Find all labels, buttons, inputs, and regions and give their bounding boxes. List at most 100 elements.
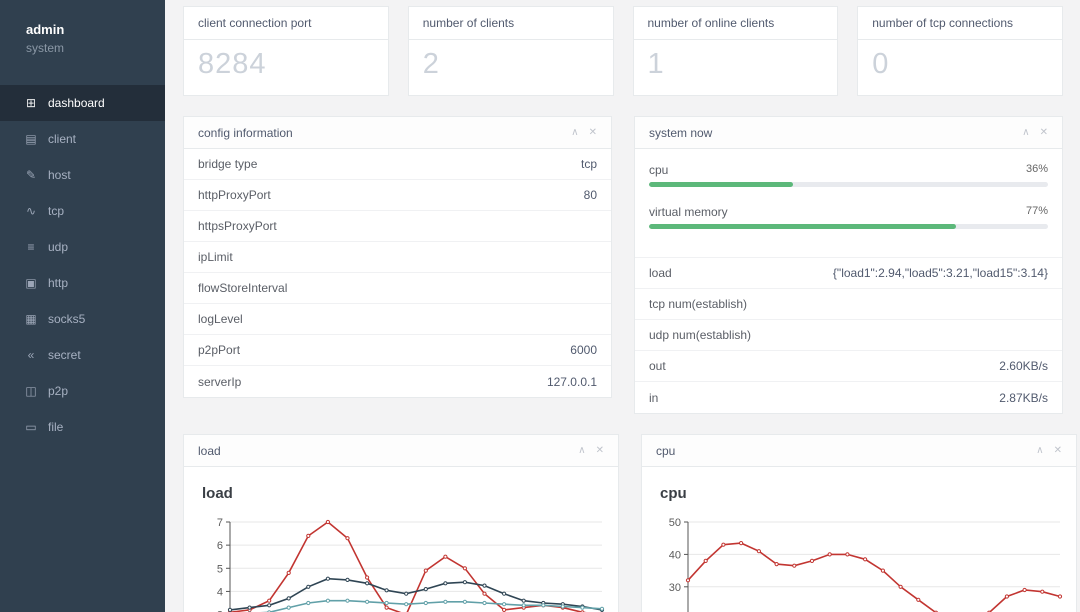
row-value: 2.60KB/s <box>999 359 1048 373</box>
sidebar-item-dashboard[interactable]: ⊞ dashboard <box>0 85 165 121</box>
cpu-chart-panel: cpu ∧ ✕ cpu 50403020100 <box>641 434 1077 612</box>
progress-bar <box>649 182 1048 187</box>
gauge-label: virtual memory <box>649 205 728 219</box>
svg-text:7: 7 <box>217 517 223 529</box>
p2p-icon: ◫ <box>25 384 37 398</box>
info-panels-row: config information ∧ ✕ bridge type tcp htt… <box>183 116 1063 414</box>
system-row: load {"load1":2.94,"load5":3.21,"load15":… <box>635 258 1062 289</box>
stat-value: 0 <box>872 48 890 80</box>
panel-title: config information <box>198 125 293 140</box>
row-label: bridge type <box>198 157 258 171</box>
row-label: p2pPort <box>198 343 241 357</box>
close-icon[interactable]: ✕ <box>589 127 597 138</box>
panel-title: cpu <box>656 443 676 458</box>
row-value: {"load1":2.94,"load5":3.21,"load15":3.14… <box>832 266 1048 280</box>
svg-text:50: 50 <box>669 517 681 529</box>
sidebar-item-label: tcp <box>48 204 65 218</box>
sidebar-item-label: host <box>48 168 71 182</box>
sidebar-item-host[interactable]: ✎ host <box>0 157 165 193</box>
stat-card: number of online clients 1 <box>632 6 839 96</box>
dashboard-icon: ⊞ <box>25 96 37 110</box>
row-value: 127.0.0.1 <box>546 374 597 389</box>
sidebar-item-label: dashboard <box>48 96 105 110</box>
chart-title: cpu <box>660 485 687 502</box>
close-icon[interactable]: ✕ <box>1054 445 1062 456</box>
gauge-percent: 77% <box>1025 205 1048 217</box>
sidebar-item-secret[interactable]: « secret <box>0 337 165 373</box>
sidebar-item-label: client <box>48 132 77 146</box>
sidebar-item-socks5[interactable]: ▦ socks5 <box>0 301 165 337</box>
row-label: out <box>649 359 666 373</box>
user-name: admin <box>26 22 65 37</box>
user-profile: admin system <box>0 0 165 71</box>
config-row: flowStoreInterval <box>184 273 611 304</box>
config-row: serverIp 127.0.0.1 <box>184 366 611 397</box>
progress-bar <box>649 224 1048 229</box>
sidebar-item-p2p[interactable]: ◫ p2p <box>0 373 165 409</box>
file-icon: ▭ <box>25 420 37 434</box>
config-row: httpsProxyPort <box>184 211 611 242</box>
sidebar-item-label: udp <box>48 240 69 254</box>
sidebar-item-tcp[interactable]: ∿ tcp <box>0 193 165 229</box>
panel-header: config information ∧ ✕ <box>184 117 611 149</box>
row-label: serverIp <box>198 374 242 389</box>
gauge-label: cpu <box>649 163 669 177</box>
collapse-icon[interactable]: ∧ <box>1022 127 1029 138</box>
row-label: tcp num(establish) <box>649 297 748 311</box>
chart-panels-row: load ∧ ✕ load 76543210 cpu ∧ ✕ <box>183 434 1077 612</box>
panel-title: system now <box>649 125 713 140</box>
user-role: system <box>26 41 65 55</box>
host-icon: ✎ <box>25 168 37 182</box>
sidebar-nav: ⊞ dashboard ▤ client ✎ host ∿ tcp ≡ udp ▣ http ▦ sock… <box>0 85 165 445</box>
gauge-percent: 36% <box>1025 163 1048 175</box>
row-value: 80 <box>583 188 597 202</box>
collapse-icon[interactable]: ∧ <box>1036 445 1043 456</box>
secret-icon: « <box>27 348 35 362</box>
close-icon[interactable]: ✕ <box>596 445 604 456</box>
panel-header: load ∧ ✕ <box>184 435 618 467</box>
config-row: bridge type tcp <box>184 149 611 180</box>
stat-card: number of clients 2 <box>407 6 614 96</box>
gauge-virtual-memory: virtual memory 77% <box>649 205 1048 229</box>
config-row: httpProxyPort 80 <box>184 180 611 211</box>
stat-title: number of tcp connections <box>858 7 1062 40</box>
collapse-icon[interactable]: ∧ <box>578 445 585 456</box>
system-gauges: cpu 36% virtual memory 77% <box>635 149 1062 258</box>
sidebar-item-label: secret <box>48 348 81 362</box>
system-row: in 2.87KB/s <box>635 382 1062 413</box>
panel-header: cpu ∧ ✕ <box>642 435 1076 467</box>
collapse-icon[interactable]: ∧ <box>571 127 578 138</box>
row-value: tcp <box>580 157 597 171</box>
row-label: ipLimit <box>198 250 233 264</box>
page: admin system ⊞ dashboard ▤ client ✎ host ∿ tcp ≡… <box>0 0 1080 612</box>
stat-cards-row: client connection port 8284 number of clie… <box>183 6 1063 96</box>
load-chart-panel: load ∧ ✕ load 76543210 <box>183 434 619 612</box>
chart-title: load <box>202 485 233 502</box>
system-row: tcp num(establish) <box>635 289 1062 320</box>
sidebar-item-client[interactable]: ▤ client <box>0 121 165 157</box>
stat-title: client connection port <box>184 7 388 40</box>
panel-title: load <box>198 443 221 458</box>
stat-card: client connection port 8284 <box>183 6 389 96</box>
system-row: out 2.60KB/s <box>635 351 1062 382</box>
config-row: ipLimit <box>184 242 611 273</box>
row-label: flowStoreInterval <box>198 281 288 295</box>
stat-value: 2 <box>422 48 440 80</box>
sidebar: admin system ⊞ dashboard ▤ client ✎ host ∿ tcp ≡… <box>0 0 165 612</box>
load-line-chart[interactable]: 76543210 <box>200 510 610 612</box>
udp-icon: ≡ <box>27 240 35 254</box>
client-icon: ▤ <box>25 132 37 146</box>
stat-value: 8284 <box>198 48 267 80</box>
row-label: udp num(establish) <box>649 328 752 342</box>
svg-text:4: 4 <box>217 586 223 598</box>
row-label: httpProxyPort <box>198 188 271 202</box>
row-label: load <box>649 266 672 280</box>
cpu-line-chart[interactable]: 50403020100 <box>658 510 1068 612</box>
row-value: 2.87KB/s <box>999 390 1048 405</box>
sidebar-item-file[interactable]: ▭ file <box>0 409 165 445</box>
close-icon[interactable]: ✕ <box>1040 127 1048 138</box>
stat-title: number of clients <box>408 7 613 40</box>
sidebar-item-http[interactable]: ▣ http <box>0 265 165 301</box>
sidebar-item-label: http <box>48 276 69 290</box>
sidebar-item-udp[interactable]: ≡ udp <box>0 229 165 265</box>
